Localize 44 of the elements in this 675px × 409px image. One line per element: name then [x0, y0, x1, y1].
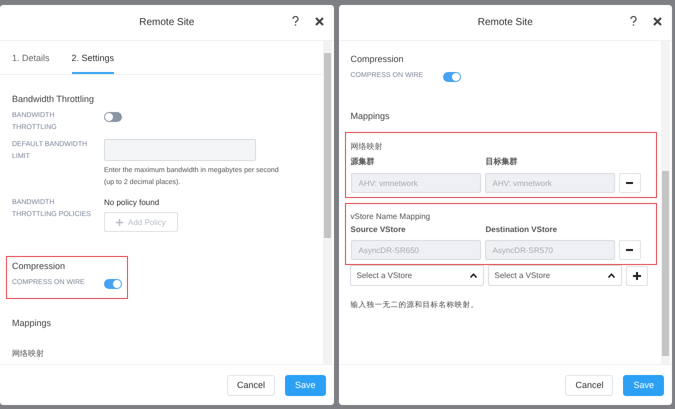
- close-icon[interactable]: [314, 16, 324, 26]
- tab[interactable]: 1. Details: [12, 41, 50, 74]
- scrollbar[interactable]: [322, 41, 332, 364]
- caret-icon: [470, 273, 476, 278]
- column-header: 源集群: [350, 156, 376, 167]
- plus-icon: [116, 218, 123, 226]
- minus-icon: [626, 182, 633, 184]
- column-header: Destination VStore: [486, 225, 558, 234]
- remove-button[interactable]: [618, 173, 640, 193]
- section-heading: Mappings: [350, 111, 390, 121]
- input-field[interactable]: [104, 139, 256, 161]
- toggle-switch[interactable]: [104, 112, 122, 122]
- column-header: 目标集群: [486, 156, 518, 167]
- add-button[interactable]: [626, 266, 648, 286]
- caret-icon: [608, 273, 614, 278]
- column-header: Source VStore: [350, 225, 407, 234]
- readonly-field: AHV: vmnetwork: [350, 173, 480, 193]
- minus-icon: [626, 249, 633, 251]
- group-title: 网络映射: [350, 141, 384, 152]
- cancel-button[interactable]: Cancel: [226, 374, 275, 396]
- section-heading: Compression: [12, 261, 66, 271]
- help-icon[interactable]: [630, 16, 637, 26]
- section-heading: Bandwidth Throttling: [12, 94, 95, 104]
- section-heading: Mappings: [12, 318, 52, 328]
- dialog-title: Remote Site: [139, 17, 194, 28]
- group-title: vStore Name Mapping: [350, 212, 432, 221]
- toggle-switch[interactable]: [442, 72, 460, 82]
- plus-icon: [632, 272, 640, 280]
- readonly-field: AsyncDR-SR650: [350, 240, 480, 260]
- readonly-field: AsyncDR-SR570: [484, 240, 614, 260]
- help-icon[interactable]: [292, 16, 298, 26]
- select-dropdown[interactable]: Select a VStore: [350, 265, 484, 286]
- select-dropdown[interactable]: Select a VStore: [488, 265, 622, 286]
- toggle-switch[interactable]: [104, 279, 122, 289]
- scrollbar[interactable]: [661, 41, 670, 364]
- readonly-field: AHV: vmnetwork: [484, 173, 614, 193]
- dialog-title: Remote Site: [478, 17, 533, 28]
- close-icon[interactable]: [653, 16, 662, 26]
- remove-button[interactable]: [618, 240, 640, 260]
- section-heading: Compression: [350, 54, 405, 64]
- empty-text: No policy found: [104, 198, 160, 207]
- cancel-button[interactable]: Cancel: [565, 374, 614, 396]
- group-title: 网络映射: [12, 348, 45, 359]
- tab[interactable]: 2. Settings: [72, 41, 114, 74]
